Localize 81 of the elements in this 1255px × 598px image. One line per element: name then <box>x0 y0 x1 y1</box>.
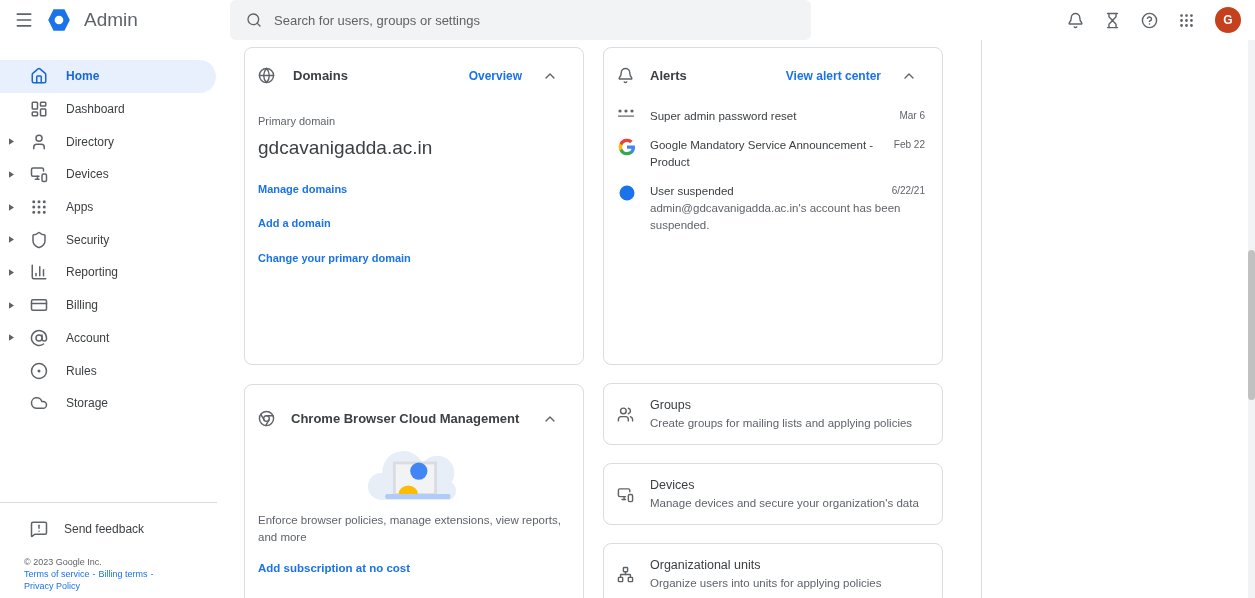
search-icon <box>246 12 262 28</box>
shortcut-description: Organize users into units for applying policies <box>650 575 882 591</box>
field-label: Primary domain <box>258 113 337 129</box>
alert-detail: admin@gdcavanigadda.ac.in's account has been suspended. <box>650 200 902 233</box>
app-name: Admin <box>84 7 138 32</box>
dashboard-icon <box>30 100 48 119</box>
nav-item[interactable]: Directory <box>0 125 216 159</box>
hexagon-logo-icon <box>46 7 72 33</box>
expand-arrow-icon[interactable] <box>8 334 14 342</box>
alert-center-link[interactable]: View alert center <box>785 66 881 85</box>
apps-grid-icon[interactable] <box>1178 11 1195 29</box>
footer-link[interactable]: Billing terms <box>98 569 148 579</box>
at-sign-icon <box>30 328 48 347</box>
shortcut-card[interactable]: Organizational units Organize users into units for applying policies <box>603 543 943 598</box>
expand-arrow-icon[interactable] <box>8 203 14 211</box>
shortcut-title: Devices <box>650 477 696 494</box>
separator-text: - <box>92 569 96 579</box>
google-logo-icon <box>617 136 637 157</box>
copyright-text: © 2023 Google Inc. <box>24 556 103 568</box>
domain-link[interactable]: Manage domains <box>258 180 348 197</box>
footer-link[interactable]: Terms of service <box>24 569 90 579</box>
nav-item[interactable]: Home <box>0 60 216 93</box>
menu-icon[interactable] <box>14 10 34 30</box>
home-icon <box>30 67 48 86</box>
hourglass-icon[interactable] <box>1104 11 1121 29</box>
nav-item[interactable]: Storage <box>0 386 216 420</box>
nav-item[interactable]: Devices <box>0 158 216 191</box>
shield-icon <box>30 230 48 249</box>
feedback-icon <box>30 520 48 538</box>
dots-icon <box>617 107 635 117</box>
expand-arrow-icon[interactable] <box>8 301 14 309</box>
alert-title[interactable]: Super admin password reset <box>650 107 880 125</box>
domain-link[interactable]: Change your primary domain <box>258 249 411 266</box>
nav-item[interactable]: Account <box>0 321 216 355</box>
shortcut-card[interactable]: Devices Manage devices and secure your organization's data <box>603 463 943 525</box>
globe-icon <box>258 67 275 85</box>
expand-arrow-icon[interactable] <box>8 236 14 244</box>
bar-chart-icon <box>30 263 48 282</box>
expand-arrow-icon[interactable] <box>8 138 14 146</box>
send-feedback-link[interactable]: Send feedback <box>0 520 217 538</box>
alert-date: 6/22/21 <box>891 183 925 198</box>
alert-date: Mar 6 <box>899 108 925 123</box>
search-field[interactable]: Search for users, groups or settings <box>230 0 811 40</box>
help-icon[interactable] <box>1141 11 1158 29</box>
nav-item[interactable]: Security <box>0 223 216 257</box>
domain-link[interactable]: Add a domain <box>258 215 331 232</box>
hierarchy-icon <box>617 565 634 583</box>
overview-link[interactable]: Overview <box>468 66 522 85</box>
people-icon <box>617 405 634 423</box>
nav-item[interactable]: Billing <box>0 288 216 322</box>
subscription-link[interactable]: Add subscription at no cost <box>258 559 570 577</box>
nav-item[interactable]: Dashboard <box>0 92 216 126</box>
alert-title[interactable]: User suspended <box>650 182 880 200</box>
nav-item[interactable]: Rules <box>0 354 216 387</box>
footer-link[interactable]: Privacy Policy <box>24 581 80 591</box>
card-title: Alerts <box>650 67 687 85</box>
nav-item[interactable]: Reporting <box>0 256 216 289</box>
alert-date: Feb 22 <box>893 137 925 152</box>
separator-text: - <box>150 569 154 579</box>
devices-icon <box>617 485 634 503</box>
card-title: Domains <box>293 67 348 85</box>
grid-icon <box>30 198 48 217</box>
chrome-icon <box>258 410 275 428</box>
expand-arrow-icon[interactable] <box>8 170 14 178</box>
avatar[interactable]: G <box>1215 7 1241 33</box>
scrollbar[interactable] <box>1248 40 1255 598</box>
bell-icon <box>617 67 634 85</box>
nav-item[interactable]: Apps <box>0 190 216 224</box>
notifications-icon[interactable] <box>1067 11 1084 29</box>
person-icon <box>30 132 48 151</box>
devices-icon <box>30 165 48 184</box>
domain-name: gdcavanigadda.ac.in <box>258 136 434 160</box>
card-title: Chrome Browser Cloud Management <box>291 410 520 428</box>
shortcut-title: Organizational units <box>650 557 762 574</box>
shortcut-title: Groups <box>650 397 692 414</box>
card-description: Enforce browser policies, manage extensions, view reports, and more <box>258 512 562 545</box>
alert-title[interactable]: Google Mandatory Service Announcement - Product <box>650 136 880 171</box>
shortcut-description: Create groups for mailing lists and applying policies <box>650 415 913 431</box>
shortcut-description: Manage devices and secure your organization's data <box>650 495 919 511</box>
expand-arrow-icon[interactable] <box>8 268 14 276</box>
shortcut-card[interactable]: Groups Create groups for mailing lists and applying policies <box>603 383 943 445</box>
